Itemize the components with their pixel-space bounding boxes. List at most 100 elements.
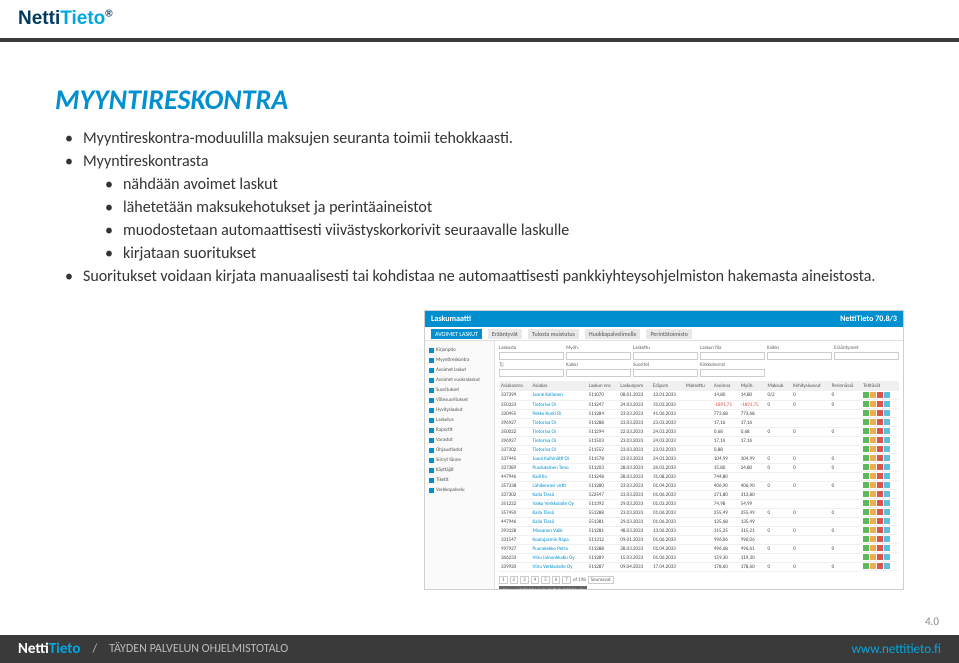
action-icon[interactable] (877, 500, 883, 506)
action-icon[interactable] (884, 455, 890, 461)
action-icon[interactable] (877, 491, 883, 497)
action-icon[interactable] (863, 491, 869, 497)
ss-filter-input[interactable] (767, 352, 832, 360)
ss-sidebar-item[interactable]: Raportit (429, 425, 490, 435)
action-icon[interactable] (863, 446, 869, 452)
ss-column-header[interactable]: Tehtävät (861, 381, 899, 391)
action-icon[interactable] (877, 446, 883, 452)
action-icon[interactable] (877, 509, 883, 515)
action-icon[interactable] (870, 446, 876, 452)
table-row[interactable]: 447946Kaila Tässä55138129.03.203301.06.2… (499, 517, 899, 526)
ss-filter-input[interactable] (633, 369, 698, 377)
action-icon[interactable] (884, 500, 890, 506)
action-icon[interactable] (884, 446, 890, 452)
ss-sidebar-item[interactable]: Avoimet laskut (429, 365, 490, 375)
ss-sidebar-item[interactable]: Siirryt tänne (429, 455, 490, 465)
ss-tab[interactable]: Perintätoimisto (646, 329, 691, 339)
action-icon[interactable] (884, 419, 890, 425)
pager-page[interactable]: 5 (541, 576, 550, 584)
ss-sidebar-item[interactable]: Käyttäjät (429, 465, 490, 475)
action-icon[interactable] (863, 473, 869, 479)
ss-filter-input[interactable] (499, 369, 564, 377)
action-icon[interactable] (884, 410, 890, 416)
table-row[interactable]: 337302Tietoriva Oi51155223.03.203323.03.… (499, 445, 899, 454)
ss-sidebar-item[interactable]: Suoritukset (429, 385, 490, 395)
table-row[interactable]: 997927Puurakekko Petra51128828.03.203301… (499, 544, 899, 553)
ss-column-header[interactable]: Avoinna (712, 381, 739, 391)
ss-tab[interactable]: Erääntyvät (488, 329, 522, 339)
action-icon[interactable] (863, 518, 869, 524)
table-row[interactable]: 350022Tietoriva Oi51129422.03.203324.03.… (499, 427, 899, 436)
action-icon[interactable] (884, 482, 890, 488)
table-row[interactable]: 396927Tietoriva Oi51128823.03.203323.03.… (499, 418, 899, 427)
table-row[interactable]: 393128Missanen Valik51128148.03.203313.0… (499, 526, 899, 535)
action-icon[interactable] (863, 410, 869, 416)
action-icon[interactable] (863, 482, 869, 488)
action-icon[interactable] (877, 437, 883, 443)
action-icon[interactable] (870, 536, 876, 542)
action-icon[interactable] (870, 464, 876, 470)
action-icon[interactable] (870, 527, 876, 533)
pager-current[interactable]: 1 (499, 576, 508, 584)
action-icon[interactable] (870, 455, 876, 461)
ss-sidebar-item[interactable]: Verkkopalvelu (429, 485, 490, 495)
action-icon[interactable] (870, 563, 876, 569)
ss-filter-input[interactable] (566, 369, 631, 377)
action-icon[interactable] (863, 428, 869, 434)
action-icon[interactable] (877, 536, 883, 542)
ss-column-header[interactable]: Asiakasnro (499, 381, 531, 391)
table-row[interactable]: 396927Tietoriva Oi51150323.03.203324.03.… (499, 436, 899, 445)
action-icon[interactable] (877, 527, 883, 533)
action-icon[interactable] (870, 419, 876, 425)
ss-column-header[interactable]: Laskunpvm (618, 381, 651, 391)
ss-sidebar-item[interactable]: Hyvityslaskut (429, 405, 490, 415)
action-icon[interactable] (877, 419, 883, 425)
pager-page[interactable]: 3 (520, 576, 529, 584)
action-icon[interactable] (863, 464, 869, 470)
action-icon[interactable] (884, 392, 890, 398)
action-icon[interactable] (877, 455, 883, 461)
action-icon[interactable] (863, 545, 869, 551)
action-icon[interactable] (884, 473, 890, 479)
ss-column-header[interactable]: Perinnässä (830, 381, 861, 391)
ss-column-header[interactable]: Laskun nro (587, 381, 619, 391)
table-row[interactable]: 337445Jouni Kaihiniitti Oi51157823.03.20… (499, 454, 899, 463)
action-icon[interactable] (870, 428, 876, 434)
ss-filter-input[interactable] (834, 352, 899, 360)
ss-filter-input[interactable] (499, 352, 564, 360)
action-icon[interactable] (884, 464, 890, 470)
action-icon[interactable] (884, 536, 890, 542)
ss-column-header[interactable]: Asiakas (531, 381, 587, 391)
action-icon[interactable] (870, 437, 876, 443)
action-icon[interactable] (884, 491, 890, 497)
action-icon[interactable] (877, 554, 883, 560)
action-icon[interactable] (863, 527, 869, 533)
action-icon[interactable] (884, 527, 890, 533)
action-icon[interactable] (877, 410, 883, 416)
action-icon[interactable] (870, 482, 876, 488)
ss-filter-input[interactable] (566, 352, 631, 360)
action-icon[interactable] (870, 401, 876, 407)
action-icon[interactable] (870, 554, 876, 560)
action-icon[interactable] (877, 518, 883, 524)
table-row[interactable]: 447946Kaili Ila51124828.03.203331.08.203… (499, 472, 899, 481)
action-icon[interactable] (877, 392, 883, 398)
table-row[interactable]: 337389Puutuksinen Teno51120328.03.203326… (499, 463, 899, 472)
action-icon[interactable] (877, 545, 883, 551)
action-icon[interactable] (884, 545, 890, 551)
ss-sidebar-item[interactable]: Ohjaustiedot (429, 445, 490, 455)
pager-page[interactable]: 7 (562, 576, 571, 584)
action-icon[interactable] (870, 500, 876, 506)
ss-sidebar-item[interactable]: Viitesuoritukset (429, 395, 490, 405)
action-icon[interactable] (870, 491, 876, 497)
action-icon[interactable] (877, 563, 883, 569)
ss-sidebar-item[interactable]: Kirjanpito (429, 345, 490, 355)
pager-page[interactable]: 2 (510, 576, 519, 584)
action-icon[interactable] (877, 473, 883, 479)
ss-sidebar-item[interactable]: Myyntireskontra (429, 355, 490, 365)
action-icon[interactable] (884, 401, 890, 407)
action-icon[interactable] (863, 563, 869, 569)
action-icon[interactable] (884, 554, 890, 560)
table-row[interactable]: 331547Koulujasmin Rapa51131209.01.203301… (499, 535, 899, 544)
pager-page[interactable]: 6 (552, 576, 561, 584)
